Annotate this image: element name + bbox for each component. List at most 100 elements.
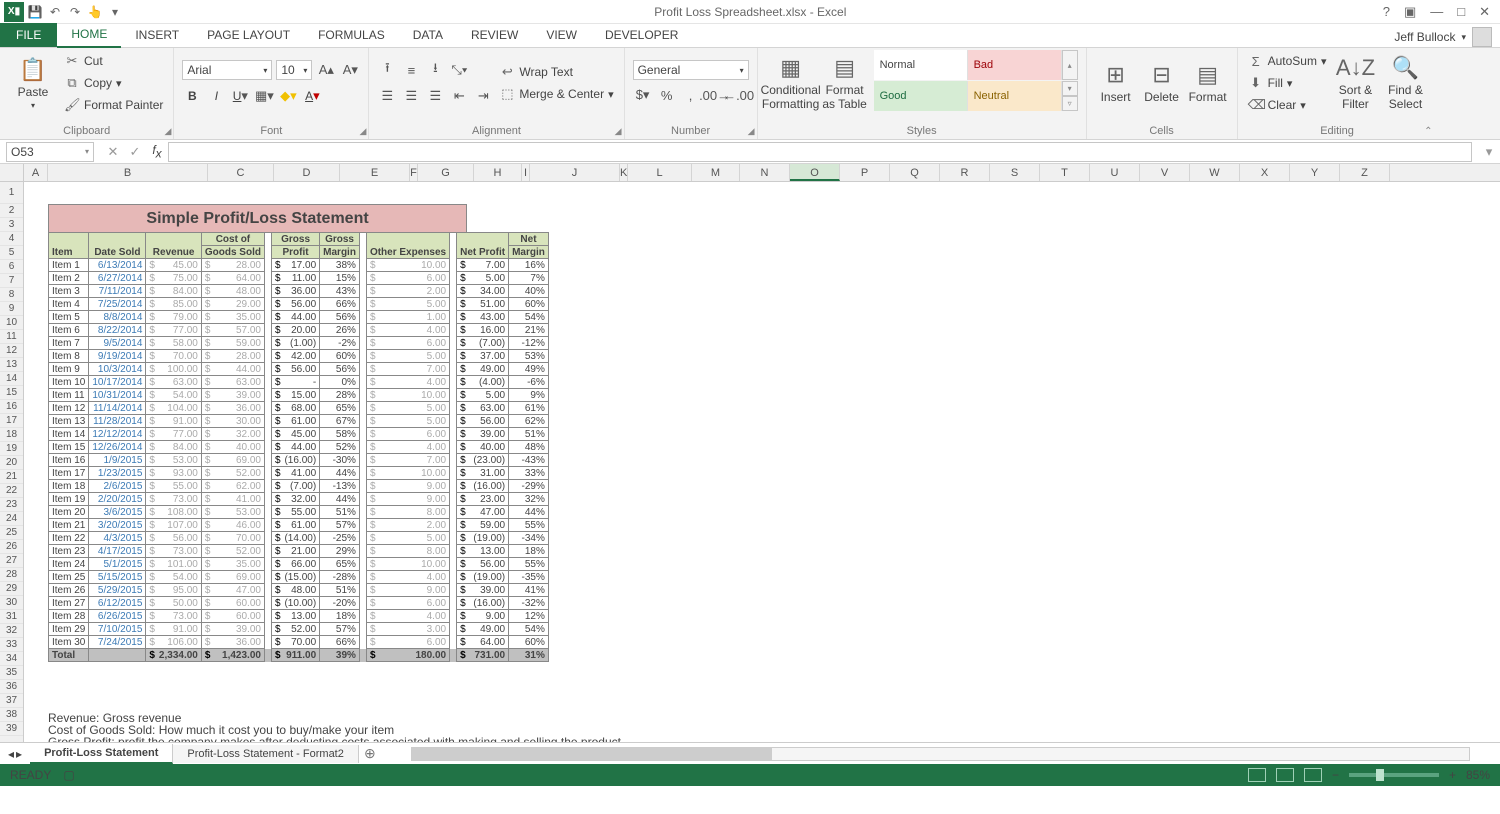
column-header-N[interactable]: N: [740, 164, 790, 181]
row-header[interactable]: 5: [0, 246, 23, 260]
fx-icon[interactable]: fx: [146, 142, 168, 162]
autosum-button[interactable]: ΣAutoSum ▾: [1246, 51, 1329, 71]
zoom-in-icon[interactable]: +: [1449, 768, 1456, 782]
conditional-formatting-button[interactable]: ▦Conditional Formatting: [766, 50, 816, 116]
data-tab[interactable]: DATA: [399, 23, 457, 47]
increase-font-icon[interactable]: A▴: [316, 60, 336, 80]
row-header[interactable]: 21: [0, 470, 23, 484]
clear-button[interactable]: ⌫Clear ▾: [1246, 95, 1329, 115]
formula-input[interactable]: [168, 142, 1472, 162]
style-bad[interactable]: Bad: [968, 50, 1062, 80]
align-top-icon[interactable]: ⭱: [377, 60, 397, 80]
touch-mode-icon[interactable]: 👆: [86, 3, 104, 21]
bold-button[interactable]: B: [182, 86, 202, 106]
row-header[interactable]: 33: [0, 638, 23, 652]
border-button[interactable]: ▦▾: [254, 86, 274, 106]
dialog-launcher-icon[interactable]: ◢: [615, 126, 622, 137]
row-header[interactable]: 8: [0, 288, 23, 302]
row-header[interactable]: 29: [0, 582, 23, 596]
column-header-H[interactable]: H: [474, 164, 522, 181]
row-header[interactable]: 12: [0, 344, 23, 358]
undo-icon[interactable]: ↶: [46, 3, 64, 21]
row-header[interactable]: 18: [0, 428, 23, 442]
column-header-G[interactable]: G: [418, 164, 474, 181]
dialog-launcher-icon[interactable]: ◢: [359, 126, 366, 137]
cancel-formula-icon[interactable]: ✕: [102, 142, 124, 162]
decrease-indent-icon[interactable]: ⇤: [449, 86, 469, 106]
sheet-tab-2[interactable]: Profit-Loss Statement - Format2: [173, 745, 359, 763]
increase-indent-icon[interactable]: ⇥: [473, 86, 493, 106]
format-as-table-button[interactable]: ▤Format as Table: [820, 50, 870, 116]
format-cells-button[interactable]: ▤Format: [1187, 50, 1229, 116]
find-select-button[interactable]: 🔍Find & Select: [1382, 50, 1428, 116]
orientation-icon[interactable]: ⤡▾: [449, 60, 469, 80]
user-area[interactable]: Jeff Bullock ▾: [1386, 27, 1500, 47]
column-header-J[interactable]: J: [530, 164, 620, 181]
row-header[interactable]: 37: [0, 694, 23, 708]
column-header-X[interactable]: X: [1240, 164, 1290, 181]
row-header[interactable]: 28: [0, 568, 23, 582]
column-header-U[interactable]: U: [1090, 164, 1140, 181]
style-good[interactable]: Good: [874, 81, 968, 111]
font-color-button[interactable]: A▾: [302, 86, 322, 106]
increase-decimal-icon[interactable]: .00→: [705, 85, 725, 105]
column-header-E[interactable]: E: [340, 164, 410, 181]
review-tab[interactable]: REVIEW: [457, 23, 532, 47]
view-tab[interactable]: VIEW: [532, 23, 591, 47]
column-header-B[interactable]: B: [48, 164, 208, 181]
row-header[interactable]: 24: [0, 512, 23, 526]
styles-more-icon[interactable]: ▿: [1062, 96, 1078, 111]
column-header-D[interactable]: D: [274, 164, 340, 181]
row-header[interactable]: 27: [0, 554, 23, 568]
expand-formula-icon[interactable]: ▾: [1478, 142, 1500, 162]
normal-view-icon[interactable]: [1248, 768, 1266, 782]
help-icon[interactable]: ?: [1379, 4, 1394, 19]
row-header[interactable]: 10: [0, 316, 23, 330]
underline-button[interactable]: U▾: [230, 86, 250, 106]
column-header-P[interactable]: P: [840, 164, 890, 181]
file-tab[interactable]: FILE: [0, 23, 57, 47]
zoom-slider[interactable]: [1349, 773, 1439, 777]
fill-color-button[interactable]: ◆▾: [278, 86, 298, 106]
styles-up-icon[interactable]: ▴: [1062, 50, 1078, 80]
row-header[interactable]: 36: [0, 680, 23, 694]
align-right-icon[interactable]: ☰: [425, 86, 445, 106]
wrap-text-button[interactable]: ↩Wrap Text: [497, 62, 615, 82]
macro-record-icon[interactable]: ▢: [63, 768, 74, 782]
minimize-icon[interactable]: —: [1426, 4, 1447, 19]
dialog-launcher-icon[interactable]: ◢: [164, 126, 171, 137]
insert-cells-button[interactable]: ⊞Insert: [1095, 50, 1137, 116]
sheet-nav-first-icon[interactable]: ◂: [8, 747, 14, 761]
sheet-tab-1[interactable]: Profit-Loss Statement: [30, 744, 173, 764]
style-neutral[interactable]: Neutral: [968, 81, 1062, 111]
column-header-Y[interactable]: Y: [1290, 164, 1340, 181]
column-header-O[interactable]: O: [790, 164, 840, 181]
column-header-A[interactable]: A: [24, 164, 48, 181]
row-header[interactable]: 6: [0, 260, 23, 274]
row-header[interactable]: 4: [0, 232, 23, 246]
insert-tab[interactable]: INSERT: [121, 23, 193, 47]
column-header-V[interactable]: V: [1140, 164, 1190, 181]
dialog-launcher-icon[interactable]: ◢: [748, 126, 755, 137]
format-painter-button[interactable]: 🖌Format Painter: [62, 95, 165, 115]
ribbon-options-icon[interactable]: ▣: [1400, 4, 1420, 20]
column-header-Q[interactable]: Q: [890, 164, 940, 181]
style-normal[interactable]: Normal: [874, 50, 968, 80]
row-header[interactable]: 11: [0, 330, 23, 344]
row-header[interactable]: 16: [0, 400, 23, 414]
column-header-I[interactable]: I: [522, 164, 530, 181]
number-format-select[interactable]: General▾: [633, 60, 749, 80]
page-layout-view-icon[interactable]: [1276, 768, 1294, 782]
column-header-C[interactable]: C: [208, 164, 274, 181]
pagelayout-tab[interactable]: PAGE LAYOUT: [193, 23, 304, 47]
column-header-R[interactable]: R: [940, 164, 990, 181]
font-name-select[interactable]: Arial▾: [182, 60, 272, 80]
row-header[interactable]: 7: [0, 274, 23, 288]
save-icon[interactable]: 💾: [26, 3, 44, 21]
row-header[interactable]: 34: [0, 652, 23, 666]
formulas-tab[interactable]: FORMULAS: [304, 23, 399, 47]
name-box[interactable]: O53▾: [6, 142, 94, 162]
delete-cells-button[interactable]: ⊟Delete: [1141, 50, 1183, 116]
row-header[interactable]: 17: [0, 414, 23, 428]
paste-button[interactable]: 📋Paste▾: [8, 50, 58, 116]
